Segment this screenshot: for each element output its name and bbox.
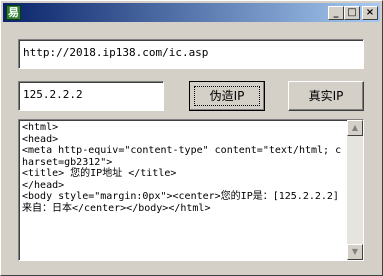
real-ip-button[interactable]: 真实IP bbox=[288, 81, 364, 111]
focus-rect bbox=[194, 86, 260, 106]
title-bar[interactable]: 易 _ □ × bbox=[3, 3, 380, 22]
minimize-button[interactable]: _ bbox=[328, 6, 344, 20]
ip-input[interactable]: 125.2.2.2 bbox=[18, 81, 164, 111]
url-input[interactable]: http://2018.ip138.com/ic.asp bbox=[18, 39, 364, 69]
response-text[interactable]: <html> <head> <meta http-equiv="content-… bbox=[22, 122, 344, 258]
scroll-up-icon[interactable]: ▲ bbox=[347, 120, 363, 136]
real-ip-label: 真实IP bbox=[308, 89, 344, 103]
scroll-down-icon[interactable]: ▼ bbox=[347, 244, 363, 260]
vertical-scrollbar[interactable]: ▲ ▼ bbox=[347, 120, 363, 260]
app-icon[interactable]: 易 bbox=[6, 5, 21, 20]
main-window: 易 _ □ × http://2018.ip138.com/ic.asp 125… bbox=[0, 0, 383, 276]
maximize-button[interactable]: □ bbox=[344, 6, 360, 20]
response-textarea[interactable]: <html> <head> <meta http-equiv="content-… bbox=[18, 119, 364, 261]
close-button[interactable]: × bbox=[362, 6, 378, 20]
fake-ip-button[interactable]: 伪造IP bbox=[189, 81, 265, 111]
